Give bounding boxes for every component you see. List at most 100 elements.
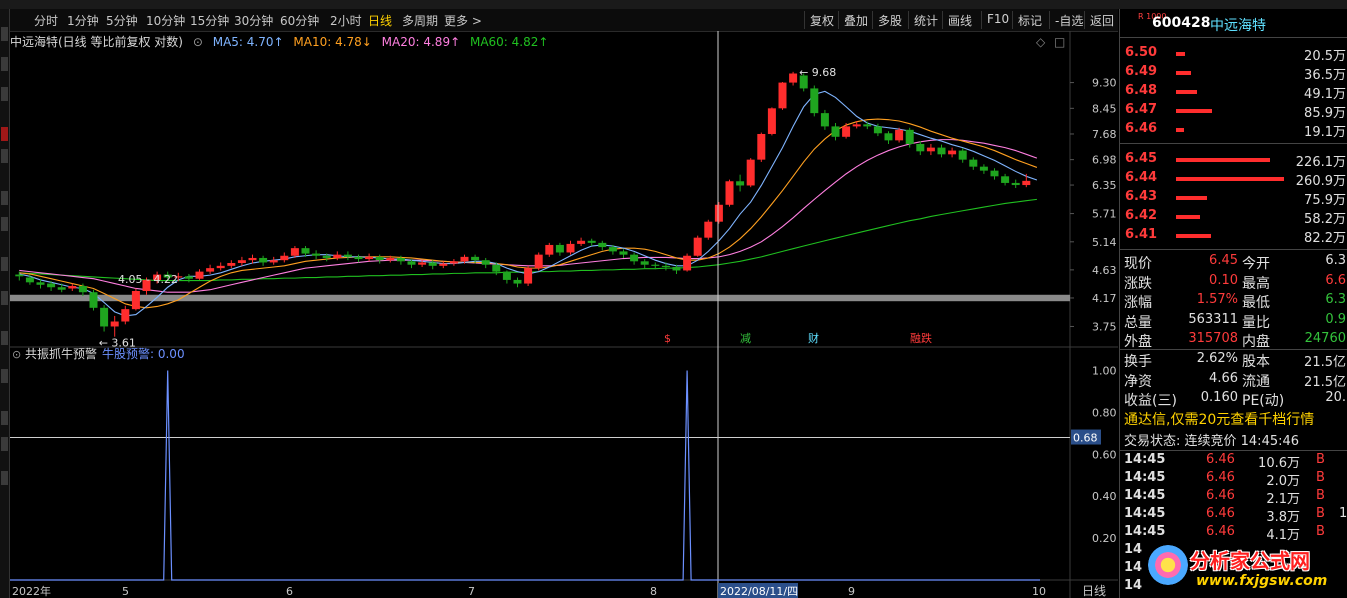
book-price: 6.47 bbox=[1125, 102, 1158, 117]
candle bbox=[333, 251, 342, 261]
candle-body bbox=[206, 268, 215, 272]
book-price: 6.46 bbox=[1125, 121, 1158, 136]
candle bbox=[619, 249, 628, 258]
candle-body bbox=[449, 261, 458, 264]
candle bbox=[937, 144, 946, 158]
indicator-tick-label: 1.00 bbox=[1092, 364, 1117, 377]
event-marker[interactable]: 减 bbox=[740, 332, 751, 345]
book-price: 6.50 bbox=[1125, 45, 1158, 60]
candle bbox=[121, 305, 130, 325]
event-marker[interactable]: $ bbox=[664, 332, 671, 345]
book-price: 6.44 bbox=[1125, 170, 1158, 185]
book-volume: 75.9万 bbox=[1304, 193, 1346, 208]
price-tick-label: 6.35 bbox=[1092, 179, 1117, 192]
candle bbox=[757, 132, 766, 162]
candle-body bbox=[566, 243, 575, 253]
price-tick-label: 7.68 bbox=[1092, 128, 1117, 141]
candle-body bbox=[524, 268, 533, 284]
stat-label: PE(动) bbox=[1242, 393, 1285, 409]
candle bbox=[259, 255, 268, 266]
book-volume: 36.5万 bbox=[1304, 68, 1346, 83]
tick-time: 14 bbox=[1124, 578, 1143, 593]
candle bbox=[375, 254, 384, 264]
candle-body bbox=[131, 290, 140, 310]
price-tick-label: 3.75 bbox=[1092, 320, 1117, 333]
candle-body bbox=[810, 88, 819, 114]
stat-value: 0.160 bbox=[1200, 390, 1238, 405]
tick-time: 14:45 bbox=[1124, 488, 1166, 503]
event-marker[interactable]: 融跌 bbox=[910, 331, 932, 345]
candle bbox=[481, 257, 490, 269]
stat-value: 21.5亿 bbox=[1304, 374, 1346, 390]
candle-body bbox=[47, 283, 56, 288]
candle-body bbox=[577, 240, 586, 244]
date-cursor-label: 2022/08/11/四 bbox=[720, 585, 798, 598]
candle-body bbox=[969, 159, 978, 167]
candle-body bbox=[100, 307, 109, 327]
candle bbox=[683, 253, 692, 272]
stat-value: 20. bbox=[1325, 390, 1346, 405]
candle bbox=[439, 261, 448, 269]
candle-body bbox=[820, 113, 829, 127]
candle-body bbox=[736, 181, 745, 186]
candle-body bbox=[725, 181, 734, 205]
price-tick-label: 5.71 bbox=[1092, 208, 1117, 221]
candle bbox=[598, 240, 607, 251]
candle-body bbox=[343, 254, 352, 257]
candle-body bbox=[195, 271, 204, 279]
candle bbox=[280, 252, 289, 263]
candle bbox=[1011, 179, 1020, 189]
tick-time: 14:45 bbox=[1124, 470, 1166, 485]
indicator-line bbox=[10, 370, 1040, 581]
stat-value: 6.6 bbox=[1325, 272, 1346, 288]
candle bbox=[216, 262, 225, 271]
book-volume: 58.2万 bbox=[1304, 212, 1346, 227]
candle bbox=[343, 251, 352, 261]
promo-banner[interactable]: 通达信,仅需20元查看千档行情 bbox=[1124, 409, 1314, 429]
stock-name: 中远海特 bbox=[1210, 18, 1266, 34]
stat-value: 6.3 bbox=[1325, 292, 1346, 307]
candle-body bbox=[354, 256, 363, 260]
diamond-icon[interactable]: ◇ bbox=[1036, 35, 1046, 49]
candle-body bbox=[439, 263, 448, 266]
book-volume: 226.1万 bbox=[1295, 155, 1346, 170]
book-volume-bar bbox=[1176, 177, 1284, 181]
watermark-title: 分析家公式网 bbox=[1190, 549, 1310, 573]
stat-value: 21.5亿 bbox=[1304, 355, 1346, 370]
x-tick-label: 9 bbox=[848, 585, 855, 598]
indicator-settings-icon[interactable]: ⊙ bbox=[12, 348, 21, 361]
quote-panel: R 1000 600428 中远海特 6.50 20.5万 6.49 36.5万 6.48 49… bbox=[1119, 9, 1347, 598]
square-icon[interactable]: □ bbox=[1054, 35, 1065, 49]
candle bbox=[269, 256, 278, 265]
candle bbox=[746, 158, 755, 188]
candle-body bbox=[68, 286, 77, 289]
candle bbox=[969, 157, 978, 170]
tick-time: 14:45 bbox=[1124, 506, 1166, 521]
candle bbox=[545, 242, 554, 257]
candle bbox=[587, 238, 596, 247]
candle bbox=[237, 256, 246, 266]
indicator-tick-label: 0.80 bbox=[1092, 406, 1117, 419]
event-marker[interactable]: 财 bbox=[808, 331, 819, 345]
candle bbox=[863, 121, 872, 130]
period-label: 日线 bbox=[1082, 584, 1106, 598]
book-price: 6.49 bbox=[1125, 64, 1158, 79]
candle-body bbox=[873, 126, 882, 134]
candle-body bbox=[746, 159, 755, 186]
x-tick-label: 8 bbox=[650, 585, 657, 598]
candle bbox=[365, 253, 374, 262]
candle-body bbox=[545, 244, 554, 255]
price-tick-label: 4.17 bbox=[1092, 292, 1117, 305]
candle bbox=[577, 237, 586, 247]
x-tick-label: 2022年 bbox=[12, 584, 51, 598]
candle-body bbox=[683, 255, 692, 271]
ticks-divider bbox=[1120, 450, 1347, 451]
stat-value: 4.66 bbox=[1209, 370, 1238, 386]
candle-body bbox=[418, 262, 427, 265]
candle-body bbox=[121, 309, 130, 322]
candle-body bbox=[428, 262, 437, 266]
stat-value: 1.57% bbox=[1196, 292, 1238, 307]
book-volume-bar bbox=[1176, 215, 1200, 219]
candle bbox=[184, 273, 193, 283]
candle-body bbox=[979, 166, 988, 171]
